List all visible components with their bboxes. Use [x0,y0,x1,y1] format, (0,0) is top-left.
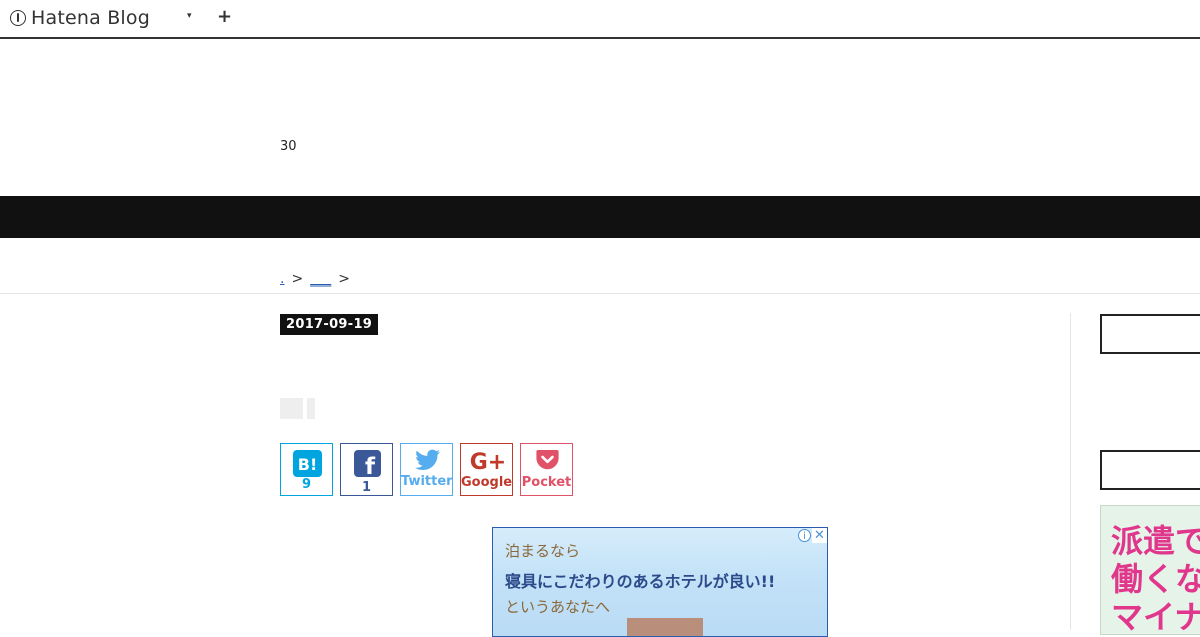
hatena-bookmark-count: 9 [301,477,312,492]
header-divider [0,293,1200,294]
hatena-logo-icon [10,10,26,26]
blog-nav-band [0,196,1200,238]
google-plus-share-button[interactable]: G+ Google [460,443,513,496]
breadcrumb: . > ___ > [280,271,357,287]
ad-text-line: というあなたへ [505,598,611,616]
google-plus-icon: G+ [470,450,506,475]
hatena-blog-logo[interactable]: Hatena Blog [10,6,150,30]
add-icon[interactable]: + [217,6,232,27]
twitter-bird-icon [415,449,440,470]
twitter-share-button[interactable]: Twitter [400,443,453,496]
menu-caret-icon[interactable]: ▾ [187,11,192,21]
sidebar-divider [1070,313,1071,630]
hatena-bookmark-button[interactable]: B! 9 [280,443,333,496]
entry-date[interactable]: 2017-09-19 [280,314,379,335]
sidebar-module-box [1100,314,1200,354]
twitter-share-label: Twitter [401,474,453,489]
pocket-icon [536,450,559,470]
ad-headline: 寝具にこだわりのあるホテルが良い!! [505,572,776,591]
logo-text: Hatena Blog [31,7,150,29]
sidebar-ad-banner[interactable]: 派遣で 働くな マイナ [1100,505,1200,635]
ad-text-line: 泊まるなら [505,542,581,560]
sidebar-ad-text: マイナ [1111,598,1200,635]
pocket-label: Pocket [521,475,572,490]
facebook-icon: f [354,450,381,477]
svg-text:B!: B! [298,455,318,474]
breadcrumb-link-category[interactable]: ___ [310,271,331,287]
title-placeholder [280,398,303,419]
ad-info-icon[interactable]: i [798,529,811,542]
google-share-label: Google [461,475,513,490]
facebook-share-count: 1 [361,480,372,495]
breadcrumb-separator: > [338,271,350,287]
ad-building-image [627,618,703,636]
blog-description: 30 [280,139,297,154]
pocket-save-button[interactable]: Pocket [520,443,573,496]
ad-close-icon[interactable]: ✕ [812,528,827,543]
hatena-bookmark-icon: B! [293,450,322,477]
hotel-ad-banner[interactable]: 泊まるなら 寝具にこだわりのあるホテルが良い!! というあなたへ i ✕ [492,527,828,637]
facebook-share-button[interactable]: f 1 [340,443,393,496]
hatena-topbar: Hatena Blog ▾ + [0,0,1200,39]
title-placeholder [307,398,315,419]
breadcrumb-link-home[interactable]: . [280,271,284,287]
svg-text:f: f [365,454,376,477]
breadcrumb-separator: > [291,271,304,287]
svg-text:G+: G+ [470,450,506,475]
sidebar-module-box [1100,450,1200,490]
